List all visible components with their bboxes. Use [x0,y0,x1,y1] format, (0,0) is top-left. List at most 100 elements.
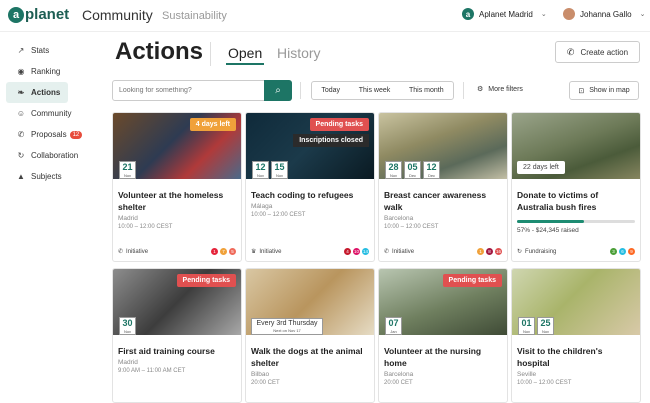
date-day: 12 [255,162,266,172]
sidebar-item-ranking[interactable]: ◉ Ranking [0,61,100,82]
megaphone-icon: ✆ [17,130,25,139]
action-card[interactable]: 22 days left Donate to victims of Austra… [511,112,641,262]
graduation-icon: ▲ [17,172,25,181]
org-logo-icon: a [462,8,474,20]
card-image: 01 Nov 25 Nov [512,269,640,335]
action-card[interactable]: 01 Nov 25 Nov Visit to the children's hosp… [511,268,641,403]
tab-open[interactable]: Open [225,45,265,65]
search-input[interactable] [113,81,264,100]
card-city: Barcelona [384,371,414,378]
show-in-map-button[interactable]: ⊡ Show in map [569,81,639,100]
trophy-icon: ♛ [251,249,257,255]
card-type: Initiative [392,249,415,255]
action-card[interactable]: 28 Nov 05 Dec 12 Dec Breast cancer awarenes… [378,112,508,262]
search-button[interactable]: ⌕ [264,80,292,101]
action-card[interactable]: 4 days left 21 Nov Volunteer at the homel… [112,112,242,262]
inscriptions-closed-tag: Inscriptions closed [293,134,369,147]
card-city: Bilbao [251,371,270,378]
map-icon: ⊡ [578,87,585,95]
date-month: Nov [123,173,132,178]
pending-tasks-tag: Pending tasks [176,274,236,287]
tab-history[interactable]: History [277,45,321,61]
card-title: Volunteer at the nursing home [384,346,482,368]
chevron-down-icon: ⌄ [639,11,646,18]
divider [210,42,211,66]
ods-dots: 1 7 5 [209,248,236,255]
ods-dot: 16 [495,248,502,255]
sidebar-item-label: Stats [31,46,50,55]
search-icon: ⌕ [275,85,281,96]
sidebar-item-community[interactable]: ☺ Community [0,103,100,124]
card-type: Initiative [126,249,149,255]
card-title: Breast cancer awareness walk [384,190,487,212]
card-footer: ↻ Fundraising 3 6 9 [517,248,635,255]
ods-dot: 7 [220,248,227,255]
ods-dots: 4 10 14 [342,248,369,255]
card-time: 9:00 AM – 11:00 AM CET [118,368,186,374]
card-time: 10:00 – 12:00 CEST [251,212,306,218]
user-name: Johanna Gallo [580,9,632,19]
user-menu[interactable]: Johanna Gallo ⌄ [563,8,645,20]
card-time: 10:00 – 12:00 CEST [384,224,439,230]
card-time: 20:00 CET [384,380,413,386]
card-title: Teach coding to refugees [251,190,354,200]
card-time: 10:00 – 12:00 CEST [118,224,173,230]
org-switcher[interactable]: a Aplanet Madrid ⌄ [462,8,547,20]
date-month: Dec [408,173,417,178]
card-time: 10:00 – 12:00 CEST [517,380,572,386]
filter-this-month[interactable]: This month [409,87,444,94]
date-box: 28 Nov 05 Dec 12 Dec [385,161,442,179]
aplanet-logo[interactable]: a planet [8,6,69,23]
card-footer: ♛ Initiative 4 10 14 [251,248,369,255]
card-image: 28 Nov 05 Dec 12 Dec [379,113,507,179]
sidebar-item-label: Proposals [31,130,67,139]
action-card[interactable]: Pending tasks 30 Nov First aid training c… [112,268,242,403]
date-box: 21 Nov [119,161,138,179]
date-day: 12 [426,162,437,172]
card-image: 22 days left [512,113,640,179]
sidebar-item-proposals[interactable]: ✆ Proposals 12 [0,124,100,145]
sidebar-item-label: Collaboration [31,151,79,160]
date-chip: 25 Nov [537,317,554,335]
date-month: Nov [522,329,531,334]
date-day: 28 [388,162,399,172]
date-chip: 21 Nov [119,161,136,179]
sidebar-item-actions[interactable]: ❧ Actions [6,82,68,103]
date-day: 21 [122,162,133,172]
sidebar-item-label: Subjects [31,172,62,181]
filter-this-week[interactable]: This week [359,87,391,94]
create-action-button[interactable]: ✆ Create action [555,41,640,63]
date-month: Nov [275,173,284,178]
card-image: Every 3rd Thursday Next on Nov 17 [246,269,374,335]
raised-amount: 57% - $24,345 raised [517,227,579,234]
recurrence-box: Every 3rd Thursday Next on Nov 17 [251,318,323,335]
action-card[interactable]: Pending tasks Inscriptions closed 12 Nov … [245,112,375,262]
sidebar-item-collaboration[interactable]: ↻ Collaboration [0,145,100,166]
top-bar: a planet Community Sustainability a Apla… [0,0,650,32]
megaphone-icon: ✆ [118,249,124,255]
action-card[interactable]: Every 3rd Thursday Next on Nov 17 Walk t… [245,268,375,403]
ods-dot: 8 [486,248,493,255]
card-city: Madrid [118,215,138,222]
ods-dot: 1 [477,248,484,255]
next-date-text: Next on Nov 17 [273,328,301,333]
sidebar-item-subjects[interactable]: ▲ Subjects [0,166,100,187]
action-card[interactable]: Pending tasks 07 Jan Volunteer at the nur… [378,268,508,403]
date-month: Nov [541,329,550,334]
date-day: 01 [521,318,532,328]
count-badge: 12 [69,130,83,139]
more-filters-button[interactable]: ⚙ More filters [477,85,523,94]
date-chip: 12 Dec [423,161,440,179]
date-month: Dec [427,173,436,178]
card-time: 20:00 CET [251,380,280,386]
date-chip: 15 Nov [271,161,288,179]
date-chip: 01 Nov [518,317,535,335]
filter-icon: ⚙ [477,86,484,93]
card-image: Pending tasks Inscriptions closed 12 Nov … [246,113,374,179]
filter-today[interactable]: Today [321,87,340,94]
date-box: 30 Nov [119,317,138,335]
card-image: 4 days left 21 Nov [113,113,241,179]
date-month: Nov [389,173,398,178]
sidebar-item-stats[interactable]: ↗ Stats [0,40,100,61]
logo-mark: a [8,6,24,23]
